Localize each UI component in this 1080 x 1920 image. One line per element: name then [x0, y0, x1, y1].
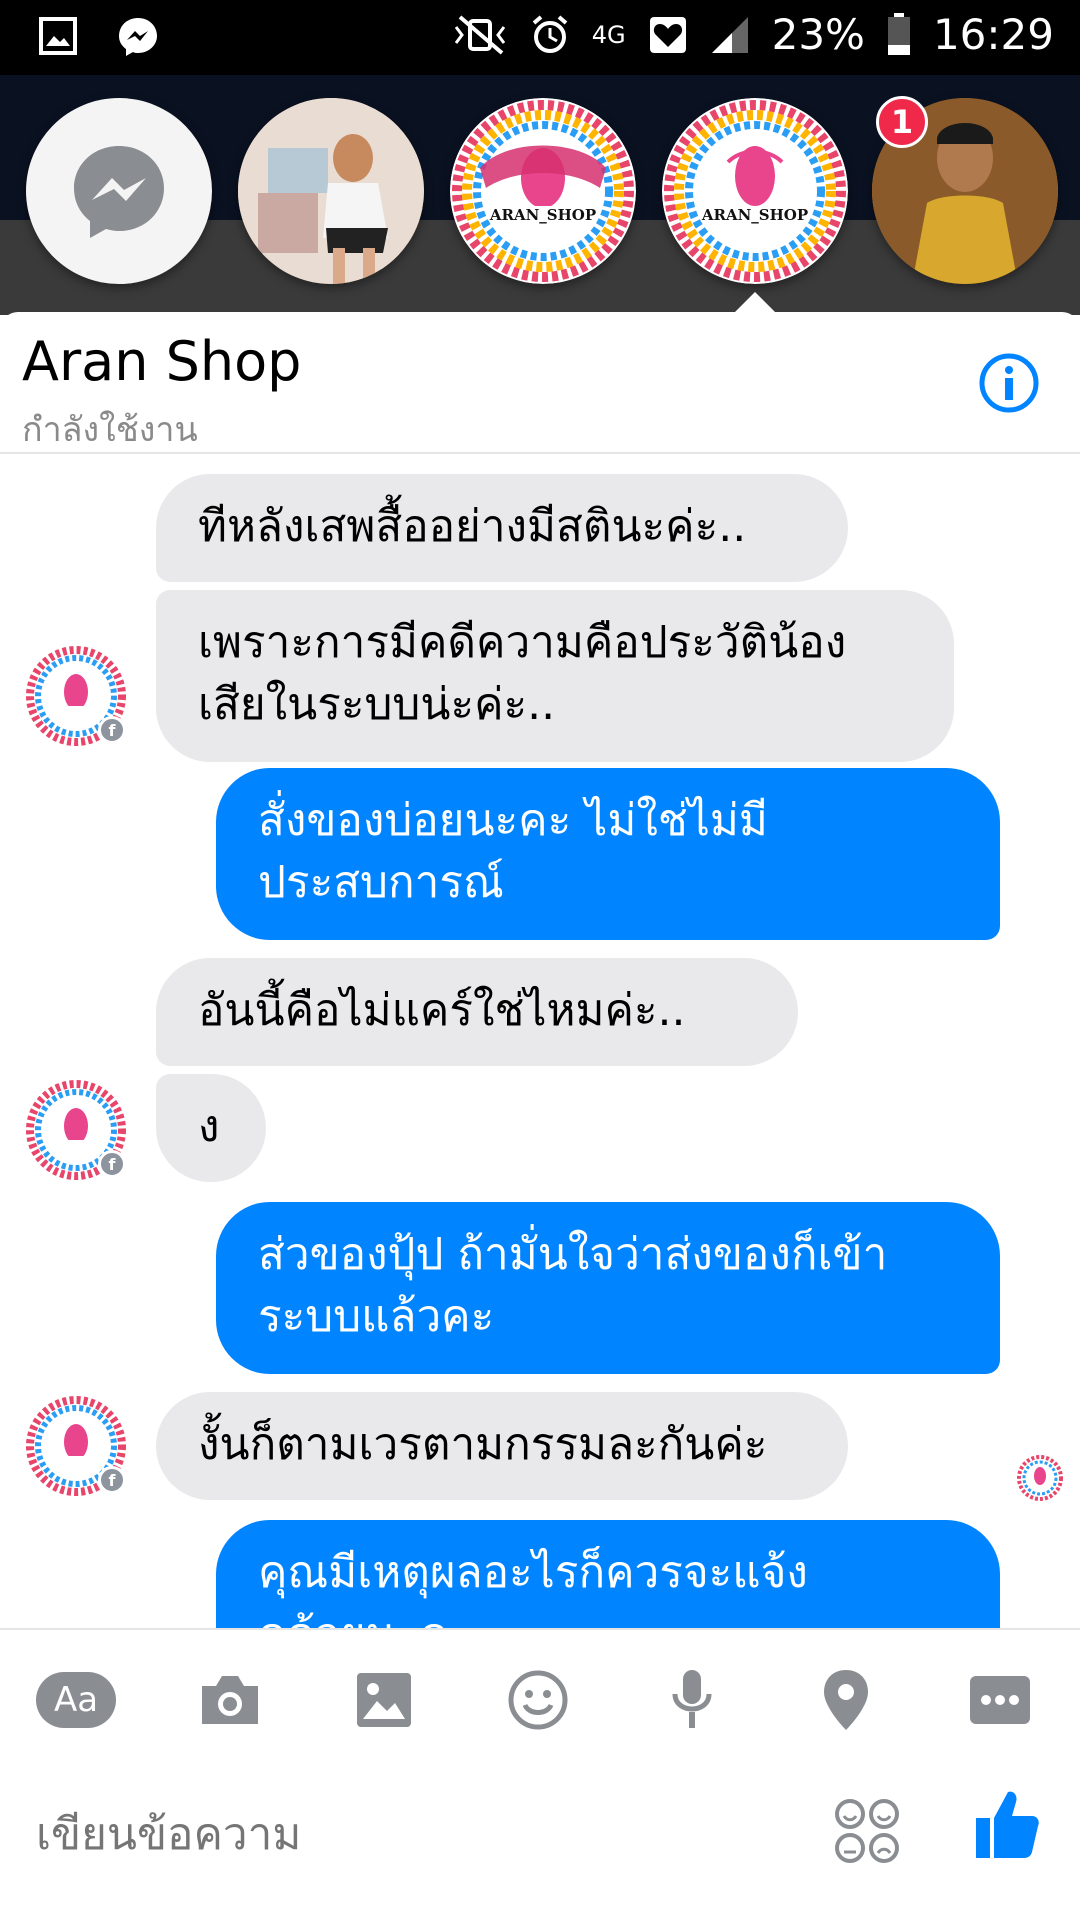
alarm-icon: [532, 14, 568, 53]
message-text: งั้นก็ตามเวรตามกรรมละกันค่ะ: [198, 1419, 768, 1470]
messenger-icon: [74, 146, 164, 238]
conversation-title[interactable]: Aran Shop: [22, 330, 301, 393]
like-thumb-icon[interactable]: [974, 1788, 1040, 1862]
seen-receipt-avatar-icon: [1016, 1454, 1064, 1502]
facebook-badge-icon: f: [98, 1466, 126, 1494]
smiley-icon: [508, 1670, 568, 1730]
message-text: ส่วของปุ้ป ถ้ามั่นใจว่าส่งของก็เข้า: [258, 1229, 888, 1280]
aran-shop-chathead-active[interactable]: ARAN_SHOP: [662, 98, 848, 284]
aran-shop-logo-icon: ARAN_SHOP: [662, 98, 848, 284]
contact-chathead-1[interactable]: [238, 98, 424, 284]
message-text: ประสบการณ์: [258, 857, 504, 908]
contact-photo-1: [238, 98, 424, 284]
message-text: คุณมีเหตุผลอะไรก็ควรจะแจ้ง: [258, 1547, 808, 1598]
message-input[interactable]: [36, 1794, 796, 1874]
health-app-icon: [649, 16, 686, 53]
outgoing-message[interactable]: คุณมีเหตุผลอะไรก็ควรจะแจ้ง ดูด้วยนะคะ: [216, 1520, 1000, 1628]
incoming-message[interactable]: ทีหลังเสพสื้ออย่างมีสตินะค่ะ..: [156, 474, 848, 582]
location-pin-icon: [824, 1670, 868, 1730]
conversation-header: Aran Shop กำลังใช้งาน: [0, 312, 1080, 454]
message-text: เพราะการมีคดีความคือประวัติน้อง: [198, 617, 847, 668]
microphone-icon: [672, 1670, 712, 1728]
message-text: เสียในระบบน่ะค่ะ..: [198, 679, 556, 730]
message-composer: Aa: [0, 1628, 1080, 1920]
camera-button[interactable]: [190, 1660, 270, 1740]
text-format-button[interactable]: Aa: [36, 1660, 116, 1740]
camera-icon: [202, 1676, 258, 1724]
outgoing-message[interactable]: สั่งของบ่อยนะคะ ไม่ใช่ไม่มี ประสบการณ์: [216, 768, 1000, 940]
aran-shop-logo-icon: ARAN_SHOP: [450, 98, 636, 284]
info-icon[interactable]: [978, 352, 1040, 414]
svg-text:ARAN_SHOP: ARAN_SHOP: [701, 206, 808, 224]
active-status: กำลังใช้งาน: [22, 410, 198, 450]
messenger-home-chathead[interactable]: [26, 98, 212, 284]
gallery-button[interactable]: [344, 1660, 424, 1740]
voice-record-button[interactable]: [652, 1660, 732, 1740]
aran-shop-chathead-promo[interactable]: ARAN_SHOP: [450, 98, 636, 284]
clock: 16:29: [932, 10, 1054, 59]
emoji-button[interactable]: [498, 1660, 578, 1740]
status-bar: 4G 23% 16:29: [0, 0, 1080, 75]
image-icon: [357, 1673, 411, 1727]
stickers-icon[interactable]: [834, 1798, 900, 1864]
more-icon: [970, 1676, 1030, 1724]
message-text: ดูด้วยนะคะ: [258, 1609, 472, 1628]
aa-label: Aa: [36, 1672, 116, 1728]
gallery-notification-icon: [39, 17, 77, 55]
outgoing-message[interactable]: ส่วของปุ้ป ถ้ามั่นใจว่าส่งของก็เข้า ระบบ…: [216, 1202, 1000, 1374]
incoming-message[interactable]: งั้นก็ตามเวรตามกรรมละกันค่ะ: [156, 1392, 848, 1500]
incoming-message[interactable]: เพราะการมีคดีความคือประวัติน้อง เสียในระ…: [156, 590, 954, 762]
more-options-button[interactable]: [960, 1660, 1040, 1740]
active-chathead-pointer: [733, 292, 777, 314]
facebook-badge-icon: f: [98, 716, 126, 744]
message-list[interactable]: ทีหลังเสพสื้ออย่างมีสตินะค่ะ.. เพราะการม…: [0, 456, 1080, 1628]
battery-percent: 23%: [771, 10, 865, 59]
message-text: ทีหลังเสพสื้ออย่างมีสตินะค่ะ..: [198, 501, 747, 552]
location-button[interactable]: [806, 1660, 886, 1740]
message-text: ง: [198, 1101, 220, 1152]
unread-count-badge: 1: [876, 96, 928, 148]
vibrate-mute-icon: [454, 14, 505, 55]
facebook-badge-icon: f: [98, 1150, 126, 1178]
incoming-message[interactable]: ง: [156, 1074, 266, 1182]
messenger-notification-icon: [119, 18, 157, 56]
signal-icon: [711, 16, 748, 53]
message-text: อันนี้คือไม่แคร์ใช่ไหมค่ะ..: [198, 985, 686, 1036]
conversation-panel: Aran Shop กำลังใช้งาน ทีหลังเสพสื้ออย่าง…: [0, 312, 1080, 1920]
composer-toolbar: Aa: [0, 1660, 1080, 1760]
incoming-message[interactable]: อันนี้คือไม่แคร์ใช่ไหมค่ะ..: [156, 958, 798, 1066]
network-type: 4G: [591, 20, 626, 49]
message-text: ระบบแล้วคะ: [258, 1291, 495, 1342]
svg-text:ARAN_SHOP: ARAN_SHOP: [489, 206, 596, 224]
battery-icon: [887, 12, 910, 55]
message-text: สั่งของบ่อยนะคะ ไม่ใช่ไม่มี: [258, 795, 768, 846]
